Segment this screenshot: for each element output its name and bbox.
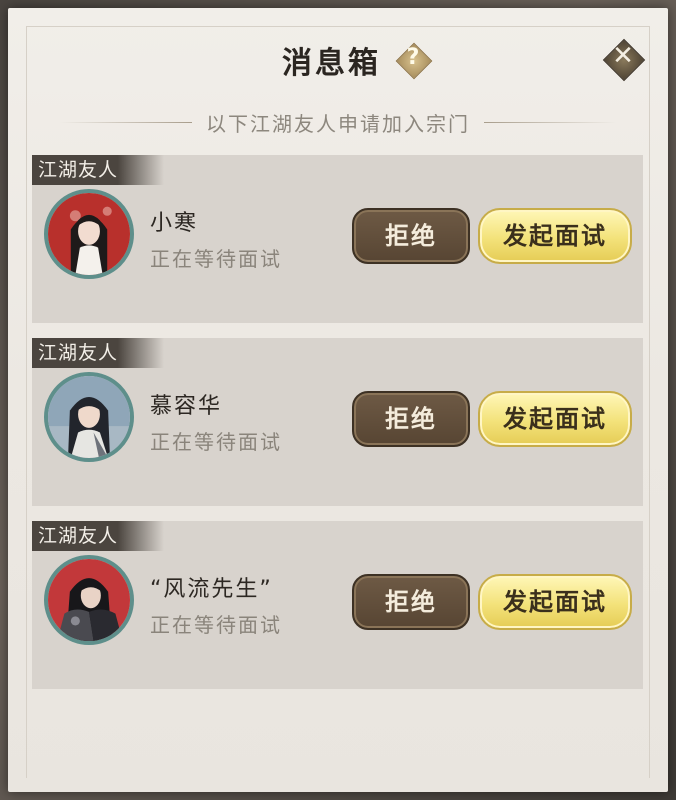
female-portrait-icon [48,193,130,275]
page-title: 消息箱 [281,46,381,81]
start-interview-button[interactable]: 发起面试 [478,208,632,264]
applicant-name: 慕容华 [150,394,223,419]
applicant-status: 正在等待面试 [150,430,282,454]
help-button[interactable]: ? [395,42,433,80]
applicant-name: 小寒 [150,211,199,236]
applicant-tag: 江湖友人 [32,155,164,185]
reject-button[interactable]: 拒绝 [352,574,470,630]
armored-male-portrait-icon [48,559,130,641]
question-mark-icon: ? [406,45,420,70]
applicant-name: “风流先生” [150,577,273,602]
applicant-card: 江湖友人 “风流先生” 正在等待面试 拒绝 发起面试 [32,521,643,689]
male-portrait-icon [48,376,130,458]
close-button[interactable]: ✕ [600,36,646,82]
reject-button[interactable]: 拒绝 [352,208,470,264]
reject-button[interactable]: 拒绝 [352,391,470,447]
avatar[interactable] [44,555,134,645]
close-icon: ✕ [612,41,634,71]
divider-right [484,121,616,123]
start-interview-button[interactable]: 发起面试 [478,574,632,630]
avatar[interactable] [44,372,134,462]
applicant-card: 江湖友人 慕容华 正在等待面试 拒绝 发起面试 [32,338,643,506]
applicant-tag: 江湖友人 [32,338,164,368]
applicant-tag: 江湖友人 [32,521,164,551]
start-interview-button[interactable]: 发起面试 [478,391,632,447]
applicant-status: 正在等待面试 [150,247,282,271]
applicant-status: 正在等待面试 [150,613,282,637]
subtitle-row: 以下江湖友人申请加入宗门 [60,108,616,136]
applicant-card: 江湖友人 小寒 正在等待面试 拒绝 发起面试 [32,155,643,323]
divider-left [60,121,192,123]
avatar[interactable] [44,189,134,279]
subtitle: 以下江湖友人申请加入宗门 [206,111,470,136]
header: 消息箱 ? [0,38,676,86]
